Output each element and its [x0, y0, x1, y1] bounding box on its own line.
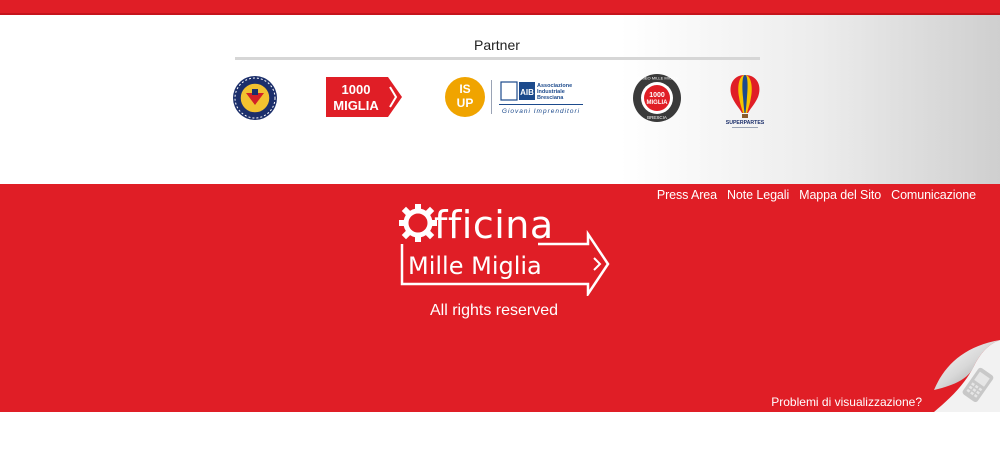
footer-nav: Press Area Note Legali Mappa del Sito Co… — [657, 188, 976, 202]
isup-aib-logo[interactable]: IS UP AIB Associazione Industriale Bresc… — [445, 72, 585, 122]
1000-miglia-number: 1000 — [342, 82, 371, 97]
bottom-white-strip — [0, 412, 1000, 456]
partner-divider — [235, 57, 760, 60]
isup-bottom-text: UP — [457, 96, 474, 110]
superpartes-logo[interactable]: SUPERPARTES — [724, 73, 766, 131]
superpartes-text: SUPERPARTES — [726, 120, 765, 126]
officina-mille-miglia-logo[interactable]: fficina Mille Miglia — [398, 196, 613, 296]
brand-word-officina: fficina — [434, 203, 554, 247]
top-red-bar — [0, 0, 1000, 15]
partner-title: Partner — [474, 37, 520, 53]
museo-center-number: 1000 — [649, 92, 665, 99]
copyright-text: All rights reserved — [429, 302, 559, 319]
aci-brescia-logo[interactable] — [232, 75, 278, 121]
aib-abbr: AIB — [520, 88, 534, 97]
footer-link-press-area[interactable]: Press Area — [657, 188, 717, 202]
museo-center-word: MIGLIA — [647, 100, 669, 106]
mobile-version-curl[interactable] — [934, 336, 1000, 412]
display-problems-link[interactable]: Problemi di visualizzazione? — [771, 395, 922, 409]
1000-miglia-word: MIGLIA — [333, 98, 379, 113]
museo-mille-miglia-logo[interactable]: MUSEO MILLE MIGLIA 1000 MIGLIA BRESCIA — [632, 73, 682, 123]
museo-ring-bottom: BRESCIA — [647, 115, 667, 120]
brand-word-mille-miglia: Mille Miglia — [408, 252, 542, 280]
gear-icon — [399, 204, 437, 242]
aib-subtitle: Giovani Imprenditori — [502, 108, 580, 115]
museo-ring-top: MUSEO MILLE MIGLIA — [636, 76, 678, 81]
isup-top-text: IS — [459, 82, 470, 96]
footer-section: Press Area Note Legali Mappa del Sito Co… — [0, 184, 1000, 412]
footer-link-note-legali[interactable]: Note Legali — [727, 188, 789, 202]
partner-section: Partner 1000 MIGLIA IS UP AIB Associazio… — [0, 15, 1000, 184]
footer-link-comunicazione[interactable]: Comunicazione — [891, 188, 976, 202]
1000-miglia-logo[interactable]: 1000 MIGLIA — [326, 77, 402, 117]
aib-line3: Bresciana — [537, 95, 564, 101]
footer-link-mappa-del-sito[interactable]: Mappa del Sito — [799, 188, 881, 202]
